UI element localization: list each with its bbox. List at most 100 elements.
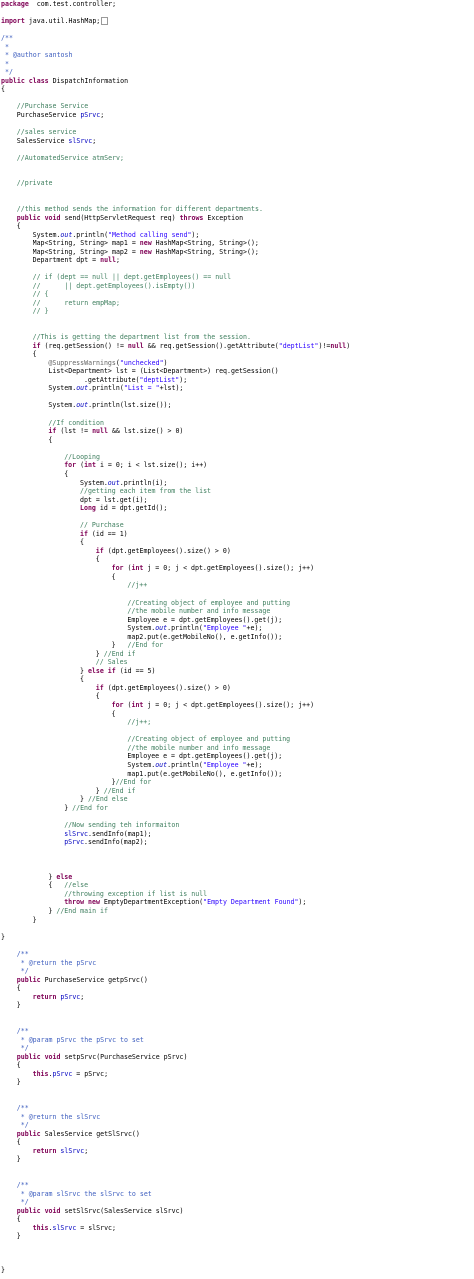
code-token: public class [1,77,49,85]
code-token: */ [16,1121,29,1129]
code-token: //End for [72,804,108,812]
code-line: public void send(HttpServletRequest req)… [17,214,243,223]
code-token: /** [1,34,13,42]
code-line: { [17,1061,21,1070]
code-editor[interactable]: package com.test.controller; import java.… [0,0,474,1279]
code-line: pSrvc.sendInfo(map2); [64,838,147,847]
code-line: } [17,1078,21,1087]
collapsed-fold-icon[interactable] [101,17,109,25]
code-line: } [1,1266,5,1275]
code-line: { [64,470,68,479]
code-token: //throwing exception if list is null [64,890,208,898]
code-line: if (dpt.getEmployees().size() > 0) [96,684,231,693]
code-line: public void setSlSrvc(SalesService slSrv… [17,1207,184,1216]
code-line: // Purchase [80,521,124,530]
code-token: List<Department> lst = (List<Department>… [48,367,279,375]
code-line: if (dpt.getEmployees().size() > 0) [96,547,231,556]
code-line: for (int j = 0; j < dpt.getEmployees().s… [112,701,315,710]
code-token: .getAttribute( [83,376,140,384]
code-token: dpt = lst.get(i); [80,496,148,504]
code-token: //the mobile number and info message [127,607,271,615]
code-token: } [64,804,73,812]
code-line: } //End for [64,804,108,813]
code-token: for [111,701,124,709]
code-line: { [48,436,52,445]
code-token: ) [346,342,351,350]
code-token: //j++ [127,581,148,589]
code-token: "deptList" [139,376,180,384]
code-line: */ [17,1044,29,1053]
code-token: ; [80,993,85,1001]
code-token: )!= [318,342,331,350]
code-token: import [1,17,25,25]
code-token: { [95,555,100,563]
code-line: Map<String, String> map1 = new HashMap<S… [33,239,259,248]
code-token: +e); [246,624,263,632]
code-line: for (int i = 0; i < lst.size(); i++) [64,461,207,470]
code-token: } [1,933,5,941]
code-line: List<Department> lst = (List<Department>… [48,367,278,376]
code-token: throw new [64,898,100,906]
code-token: map1.put(e.getMobileNo(), e.getInfo()); [127,770,283,778]
code-token: pSrvc [52,1070,73,1078]
code-token: public [16,976,41,984]
code-line: System.out.println("List = "+lst); [48,384,183,393]
code-token: i = 0; i < lst.size(); i++) [95,461,208,469]
code-token: } [95,787,104,795]
code-token: } [32,916,37,924]
code-token: ); [191,231,200,239]
code-token: /** [16,1104,29,1112]
code-token: this [32,1070,49,1078]
code-token: DispatchInformation [48,77,129,85]
code-token: out [107,479,120,487]
code-token: public void [16,214,61,222]
code-token: out [76,384,89,392]
code-token: //End if [103,787,136,795]
code-line: throw new EmptyDepartmentException("Empt… [64,898,306,907]
code-token: .println( [167,761,203,769]
code-line: //j++ [127,581,147,590]
code-line: { [80,538,84,547]
code-line: System.out.println(lst.size()); [48,401,171,410]
code-token: { [16,984,21,992]
code-line: // { [33,290,49,299]
code-line: PurchaseService pSrvc; [17,111,104,120]
code-token: HashMap<String, String>(); [151,248,259,256]
code-token: else if [87,667,116,675]
code-token: if [95,547,104,555]
code-line: Employee e = dpt.getEmployees().get(j); [127,752,282,761]
code-token: slSrvc [52,1224,77,1232]
code-token: .println( [167,624,203,632]
code-token: SalesService getSlSrvc() [40,1130,140,1138]
code-token: .println( [88,384,124,392]
code-token: { [80,538,84,546]
code-token: { [16,1138,21,1146]
code-token: //This is getting the department list fr… [32,333,251,341]
code-line: //this method sends the information for … [17,205,263,214]
code-token: = slSrvc; [76,1224,116,1232]
code-token: System. [32,231,61,239]
code-token: send(HttpServletRequest req) [60,214,180,222]
code-line: // Sales [96,658,128,667]
code-token: } [80,667,88,675]
code-token: Employee e = dpt.getEmployees().get(j); [127,616,283,624]
code-line: { [17,984,21,993]
code-line: { [112,710,116,719]
code-token: } [16,1001,21,1009]
code-line: //This is getting the department list fr… [33,333,251,342]
code-token: ; [100,111,105,119]
code-token: && req.getSession().getAttribute( [143,342,279,350]
code-token: // Purchase [80,521,124,529]
code-line: */ [17,1198,29,1207]
code-token: .sendInfo(map2); [84,838,148,846]
code-token: ); [179,376,188,384]
code-token: setpSrvc(PurchaseService pSrvc) [60,1053,188,1061]
code-token: null [127,342,144,350]
code-token: // } [32,307,49,315]
code-line: this.slSrvc = slSrvc; [33,1224,116,1233]
code-token: * @return the pSrvc [16,959,97,967]
code-line: { [1,85,5,94]
code-token: +e); [246,761,263,769]
code-token: setSlSrvc(SalesService slSrvc) [60,1207,184,1215]
code-token: (req.getSession() != [40,342,128,350]
